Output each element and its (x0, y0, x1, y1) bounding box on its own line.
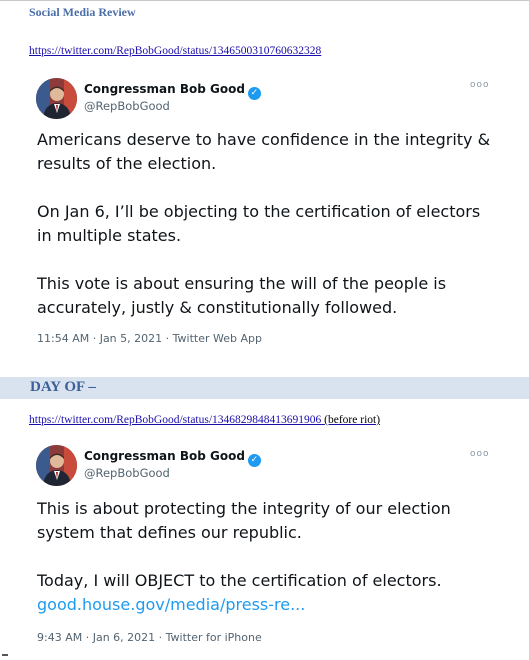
url-note: (before riot) (324, 414, 381, 426)
tweet-link[interactable]: good.house.gov/media/press-re... (37, 595, 305, 614)
section-bar-day-of: DAY OF – (0, 377, 529, 399)
author-name-row[interactable]: Congressman Bob Good ✓ (84, 449, 261, 467)
page-corner-mark (2, 654, 8, 656)
author-name[interactable]: Congressman Bob Good (84, 82, 245, 96)
tweet-timestamp[interactable]: 11:54 AM · Jan 5, 2021 · Twitter Web App (37, 332, 262, 345)
tweet-url-1[interactable]: https://twitter.com/RepBobGood/status/13… (29, 45, 321, 57)
tweet-text: This is about protecting the integrity o… (37, 497, 497, 617)
author-handle[interactable]: @RepBobGood (84, 99, 170, 113)
doc-header: Social Media Review (29, 5, 136, 19)
tweet-paragraph: On Jan 6, I’ll be objecting to the certi… (37, 202, 481, 245)
author-name[interactable]: Congressman Bob Good (84, 449, 245, 463)
tweet-paragraph: This vote is about ensuring the will of … (37, 274, 447, 317)
tweet-paragraph: Today, I will OBJECT to the certificatio… (37, 571, 442, 590)
tweet-url-row-2: https://twitter.com/RepBobGood/status/13… (29, 414, 380, 426)
more-options-icon[interactable]: ooo (470, 449, 490, 459)
avatar[interactable] (36, 78, 77, 119)
section-heading: DAY OF – (30, 379, 96, 395)
tweet-paragraph: This is about protecting the integrity o… (37, 499, 451, 542)
author-name-row[interactable]: Congressman Bob Good ✓ (84, 82, 261, 100)
tweet-text: Americans deserve to have confidence in … (37, 128, 497, 320)
author-handle[interactable]: @RepBobGood (84, 466, 170, 480)
tweet-timestamp[interactable]: 9:43 AM · Jan 6, 2021 · Twitter for iPho… (37, 631, 262, 644)
avatar[interactable] (36, 445, 77, 486)
top-divider (0, 0, 529, 1)
tweet-paragraph: Americans deserve to have confidence in … (37, 130, 491, 173)
tweet-card-2: Congressman Bob Good ✓ @RepBobGood ooo Th… (20, 437, 505, 652)
verified-badge-icon: ✓ (247, 87, 261, 100)
tweet-url-2[interactable]: https://twitter.com/RepBobGood/status/13… (29, 414, 321, 426)
verified-badge-icon: ✓ (247, 454, 261, 467)
tweet-card-1: Congressman Bob Good ✓ @RepBobGood ooo Am… (20, 68, 505, 358)
more-options-icon[interactable]: ooo (470, 80, 490, 90)
